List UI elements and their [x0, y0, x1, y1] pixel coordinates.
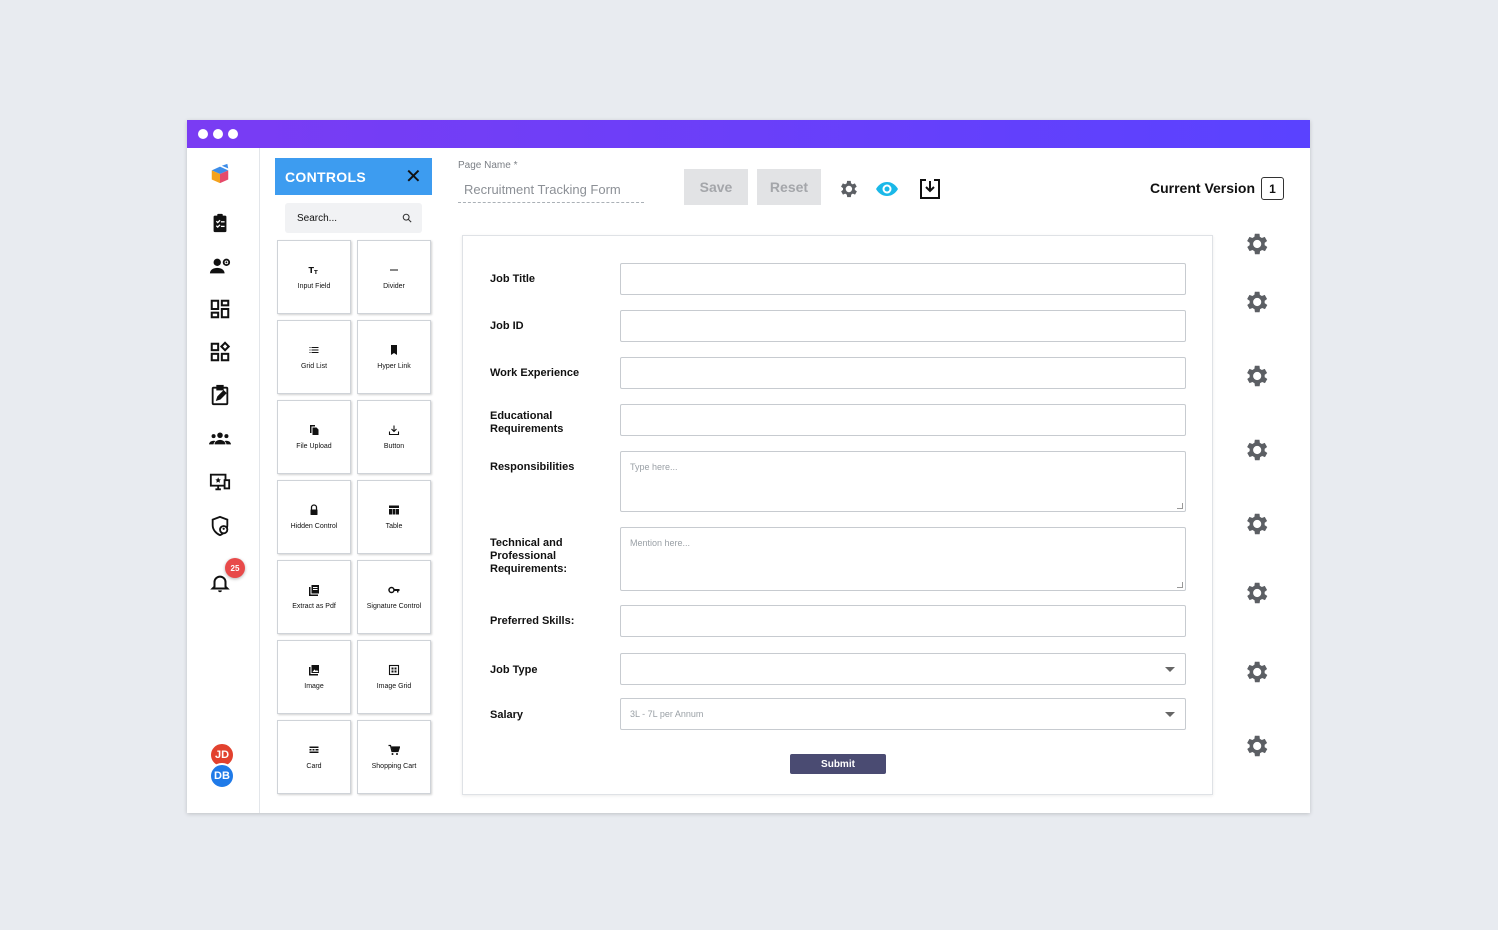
salary-placeholder: 3L - 7L per Annum — [630, 709, 704, 719]
gear-icon[interactable] — [836, 177, 860, 201]
image-icon — [309, 664, 319, 675]
edit-task-icon[interactable] — [206, 381, 234, 409]
notification-badge: 25 — [225, 558, 245, 578]
download-icon — [388, 425, 400, 435]
control-shopping-cart[interactable]: Shopping Cart — [357, 720, 431, 794]
control-image[interactable]: Image — [277, 640, 351, 714]
window-dot-icon[interactable] — [198, 129, 208, 139]
text-icon: TT — [309, 266, 319, 276]
pdf-icon — [309, 584, 319, 596]
version-number[interactable]: 1 — [1261, 177, 1284, 200]
eye-icon[interactable] — [875, 177, 899, 201]
team-icon[interactable] — [206, 424, 234, 452]
page-name-input[interactable] — [458, 177, 644, 203]
controls-search-input[interactable]: Search... — [285, 203, 422, 233]
control-hyper-link[interactable]: Hyper Link — [357, 320, 431, 394]
shield-user-icon[interactable] — [206, 512, 234, 540]
search-icon — [402, 213, 412, 223]
technical-requirements-textarea[interactable]: Mention here... — [620, 527, 1186, 591]
educational-requirements-input[interactable] — [620, 404, 1186, 436]
field-settings-gear-icon[interactable] — [1242, 436, 1270, 464]
chevron-down-icon — [1165, 667, 1175, 672]
page-name-label: Page Name * — [458, 160, 518, 171]
bookmark-icon — [391, 344, 397, 355]
field-settings-gear-icon[interactable] — [1242, 288, 1270, 316]
field-settings-gear-icon[interactable] — [1242, 579, 1270, 607]
avatar[interactable]: DB — [209, 763, 235, 789]
control-card[interactable]: Card — [277, 720, 351, 794]
search-placeholder: Search... — [297, 212, 338, 224]
sidebar-rail: 25 JD DB — [187, 148, 260, 813]
close-icon[interactable]: ✕ — [405, 164, 422, 189]
divider-icon — [390, 269, 398, 270]
preferred-skills-input[interactable] — [620, 605, 1186, 637]
save-button[interactable]: Save — [684, 169, 748, 205]
work-experience-label: Work Experience — [490, 367, 580, 379]
educational-requirements-label: Educational Requirements — [490, 410, 564, 435]
form-card: Job Title Job ID Work Experience Educati… — [462, 235, 1213, 795]
key-icon — [388, 586, 400, 593]
field-settings-gear-icon[interactable] — [1242, 732, 1270, 760]
reset-button[interactable]: Reset — [757, 169, 821, 205]
technical-requirements-placeholder: Mention here... — [630, 538, 691, 548]
table-icon — [389, 505, 399, 514]
salary-select[interactable]: 3L - 7L per Annum — [620, 698, 1186, 730]
job-title-input[interactable] — [620, 263, 1186, 295]
field-settings-gear-icon[interactable] — [1242, 362, 1270, 390]
control-hidden-control[interactable]: Hidden Control — [277, 480, 351, 554]
control-signature-control[interactable]: Signature Control — [357, 560, 431, 634]
file-copy-icon — [310, 424, 319, 435]
control-image-grid[interactable]: Image Grid — [357, 640, 431, 714]
responsibilities-textarea[interactable]: Type here... — [620, 451, 1186, 512]
control-file-upload[interactable]: File Upload — [277, 400, 351, 474]
field-settings-gear-icon[interactable] — [1242, 658, 1270, 686]
lock-icon — [310, 503, 318, 515]
responsibilities-label: Responsibilities — [490, 461, 575, 473]
cart-icon — [388, 744, 400, 755]
control-input-field[interactable]: TT Input Field — [277, 240, 351, 314]
resize-handle-icon[interactable] — [1177, 503, 1183, 509]
chevron-down-icon — [1165, 712, 1175, 717]
control-table[interactable]: Table — [357, 480, 431, 554]
job-title-label: Job Title — [490, 273, 536, 285]
card-icon — [309, 746, 319, 753]
job-type-select[interactable] — [620, 653, 1186, 685]
svg-text:T: T — [314, 270, 318, 276]
preferred-skills-label: Preferred Skills: — [490, 615, 575, 627]
technical-requirements-label: Technical and Professional Requirements: — [490, 537, 568, 575]
field-settings-gear-icon[interactable] — [1242, 510, 1270, 538]
job-id-label: Job ID — [490, 320, 524, 332]
title-bar — [187, 120, 1310, 148]
controls-header: CONTROLS ✕ — [275, 158, 432, 195]
control-grid-list[interactable]: Grid List — [277, 320, 351, 394]
control-extract-as-pdf[interactable]: Extract as Pdf — [277, 560, 351, 634]
submit-button[interactable]: Submit — [790, 754, 886, 774]
dashboard-icon[interactable] — [206, 295, 234, 323]
list-icon — [309, 346, 319, 353]
control-button[interactable]: Button — [357, 400, 431, 474]
job-type-label: Job Type — [490, 664, 538, 676]
resize-handle-icon[interactable] — [1177, 582, 1183, 588]
app-window: 25 JD DB CONTROLS ✕ Search... TT Input F… — [187, 120, 1310, 813]
monitor-star-icon[interactable] — [206, 468, 234, 496]
current-version-label: Current Version — [1150, 180, 1256, 196]
field-settings-gear-icon[interactable] — [1242, 230, 1270, 258]
window-dot-icon[interactable] — [213, 129, 223, 139]
import-icon[interactable] — [918, 177, 942, 201]
job-id-input[interactable] — [620, 310, 1186, 342]
clipboard-checklist-icon[interactable] — [206, 209, 234, 237]
widgets-icon[interactable] — [206, 338, 234, 366]
user-settings-icon[interactable] — [206, 252, 234, 280]
controls-title: CONTROLS — [285, 168, 366, 185]
responsibilities-placeholder: Type here... — [630, 462, 678, 472]
image-grid-icon — [388, 664, 400, 675]
window-dot-icon[interactable] — [228, 129, 238, 139]
app-logo-icon[interactable] — [206, 160, 234, 188]
work-experience-input[interactable] — [620, 357, 1186, 389]
controls-panel: CONTROLS ✕ Search... TT Input Field Divi… — [275, 158, 432, 794]
salary-label: Salary — [490, 709, 524, 721]
controls-grid: TT Input Field Divider Grid List Hyper L… — [277, 240, 431, 794]
control-divider[interactable]: Divider — [357, 240, 431, 314]
